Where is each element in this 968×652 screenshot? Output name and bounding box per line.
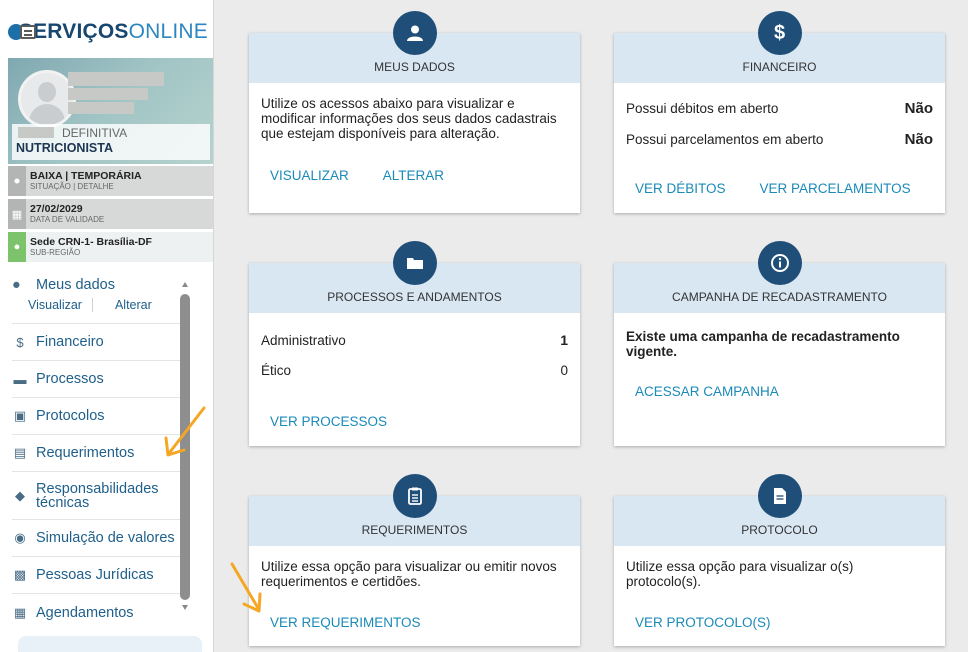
profession: NUTRICIONISTA (16, 141, 113, 155)
card-text: Utilize os acessos abaixo para visualiza… (261, 96, 557, 141)
building-icon: ▩ (13, 567, 27, 582)
ver-debitos-link[interactable]: VER DÉBITOS (635, 181, 726, 196)
redacted-number (18, 127, 54, 138)
debitos-value: Não (904, 100, 933, 117)
calendar-grid-icon: ▦ (13, 604, 27, 620)
visualizar-link[interactable]: VISUALIZAR (270, 168, 349, 183)
document-icon: ▣ (13, 408, 27, 423)
acessar-campanha-link[interactable]: ACESSAR CAMPANHA (635, 384, 779, 399)
sidebar-item-agendamentos[interactable]: ▦ Agendamentos (12, 594, 180, 631)
sidebar-item-financeiro[interactable]: $ Financeiro (12, 324, 180, 361)
redacted-name (68, 88, 148, 100)
card-protocolo: PROTOCOLO Utilize essa opção para visual… (614, 474, 945, 646)
folder-icon: ▬ (13, 371, 27, 387)
card-header: $ FINANCEIRO (614, 11, 945, 83)
folder-icon (392, 241, 437, 285)
sidebar-item-protocolos[interactable]: ▣ Protocolos (12, 398, 180, 435)
scroll-thumb[interactable] (180, 294, 190, 600)
logo[interactable]: SERVIÇOSONLINE (8, 8, 208, 56)
info-icon (757, 241, 802, 285)
scroll-down-arrow[interactable] (182, 605, 188, 610)
registration-tag: DEFINITIVA NUTRICIONISTA (12, 124, 210, 160)
card-title: MEUS DADOS (374, 60, 455, 74)
status-row: ⚫ BAIXA | TEMPORÁRIA SITUAÇÃO | DETALHE (8, 166, 213, 196)
ver-processos-link[interactable]: VER PROCESSOS (270, 414, 387, 429)
document-icon (757, 474, 802, 518)
redacted-name (68, 102, 134, 114)
coin-icon: ◉ (14, 530, 26, 545)
card-requerimentos: REQUERIMENTOS Utilize essa opção para vi… (249, 474, 580, 646)
badge-icon: ◆ (15, 487, 25, 503)
card-text: Utilize essa opção para visualizar o(s) … (626, 559, 854, 589)
card-text: Utilize essa opção para visualizar ou em… (261, 559, 557, 589)
card-title: FINANCEIRO (742, 60, 817, 74)
card-header: CAMPANHA DE RECADASTRAMENTO (614, 241, 945, 313)
card-title: PROCESSOS E ANDAMENTOS (327, 290, 502, 304)
card-header: MEUS DADOS (249, 11, 580, 83)
parcelamentos-row: Possui parcelamentos em aberto Não (626, 131, 933, 148)
card-campanha: CAMPANHA DE RECADASTRAMENTO Existe uma c… (614, 241, 945, 446)
administrativo-value: 1 (560, 332, 568, 348)
alterar-link[interactable]: ALTERAR (383, 168, 444, 183)
clipboard-icon: ▤ (13, 445, 27, 460)
card-meus-dados: MEUS DADOS Utilize os acessos abaixo par… (249, 11, 580, 213)
logo-text: SERVIÇOSONLINE (18, 20, 208, 43)
map-pin-icon: ● (8, 232, 26, 262)
card-title: PROTOCOLO (741, 523, 818, 537)
sidebar-sub-visualizar[interactable]: Visualizar (12, 298, 93, 312)
card-processos: PROCESSOS E ANDAMENTOS Administrativo 1 É… (249, 241, 580, 446)
sidebar: SERVIÇOSONLINE DEFINITIVA NUTRICIONISTA … (0, 0, 214, 652)
card-header: PROCESSOS E ANDAMENTOS (249, 241, 580, 313)
sidebar-item-requerimentos[interactable]: ▤ Requerimentos (12, 435, 180, 472)
lock-icon: ⚫ (8, 166, 26, 196)
sidebar-item-pessoas-juridicas[interactable]: ▩ Pessoas Jurídicas (12, 557, 180, 594)
region-row: ● Sede CRN-1- Brasília-DF SUB-REGIÃO (8, 232, 213, 262)
logo-icon (8, 21, 36, 43)
card-financeiro: $ FINANCEIRO Possui débitos em aberto Não… (614, 11, 945, 213)
user-icon (392, 11, 437, 55)
debitos-row: Possui débitos em aberto Não (626, 100, 933, 117)
etico-row: Ético 0 (261, 363, 568, 378)
validity-row: ▦ 27/02/2029 DATA DE VALIDADE (8, 199, 213, 229)
parcelamentos-value: Não (904, 131, 933, 148)
scroll-up-arrow[interactable] (182, 282, 188, 287)
calendar-icon: ▦ (8, 199, 26, 229)
card-header: PROTOCOLO (614, 474, 945, 546)
dollar-icon: $ (757, 11, 802, 55)
card-text: Existe uma campanha de recadastramento v… (626, 329, 900, 359)
sidebar-sub-alterar[interactable]: Alterar (93, 298, 152, 312)
sidebar-item-processos[interactable]: ▬ Processos (12, 361, 180, 398)
sidebar-item-responsabilidades[interactable]: ◆ Responsabilidades técnicas (12, 472, 180, 520)
dollar-icon: $ (16, 334, 24, 350)
administrativo-row: Administrativo 1 (261, 332, 568, 349)
sidebar-item-simulacao[interactable]: ◉ Simulação de valores (12, 520, 180, 557)
user-icon: ● (12, 277, 21, 293)
redacted-name (68, 72, 164, 86)
ver-parcelamentos-link[interactable]: VER PARCELAMENTOS (760, 181, 911, 196)
sidebar-menu: ● Meus dados Visualizar Alterar $ Financei… (0, 270, 180, 631)
sidebar-bottom-panel (18, 636, 202, 652)
card-header: REQUERIMENTOS (249, 474, 580, 546)
clipboard-icon (392, 474, 437, 518)
etico-value: 0 (560, 363, 568, 378)
sidebar-item-meus-dados[interactable]: ● Meus dados Visualizar Alterar (12, 270, 180, 324)
profile-card: DEFINITIVA NUTRICIONISTA (8, 58, 213, 164)
card-title: REQUERIMENTOS (361, 523, 468, 537)
ver-protocolos-link[interactable]: VER PROTOCOLO(S) (635, 615, 771, 630)
sidebar-scrollbar[interactable] (180, 282, 190, 612)
card-title: CAMPANHA DE RECADASTRAMENTO (672, 290, 887, 304)
ver-requerimentos-link[interactable]: VER REQUERIMENTOS (270, 615, 421, 630)
